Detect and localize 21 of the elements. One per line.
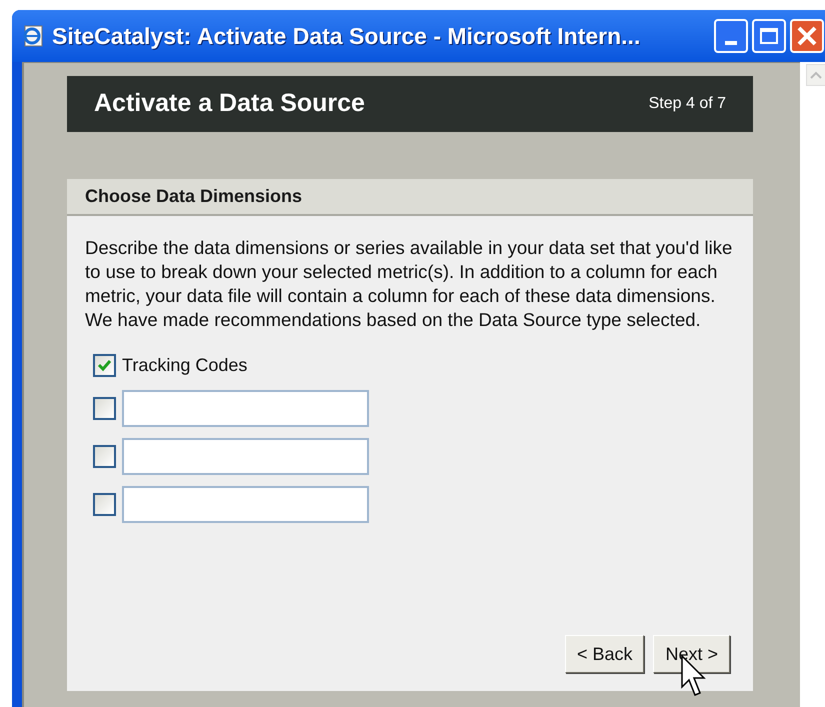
description-text: Describe the data dimensions or series available in your data set that you'd like to use to break down your selected metric(s). In addition to a column for each metric, your data file will contain a column for each of these data dimensions. We have made recommendations based on the Data Source type selected.: [85, 236, 734, 332]
nav-button[interactable]: Next >: [653, 635, 730, 673]
input-field[interactable]: [122, 438, 369, 475]
checkbox[interactable]: [93, 354, 116, 377]
checkbox[interactable]: [93, 397, 116, 420]
check-icon: [97, 359, 112, 372]
input-field[interactable]: [122, 486, 369, 523]
close-button[interactable]: [790, 19, 824, 53]
checkbox[interactable]: [93, 493, 116, 516]
step-indicator: Step 4 of 7: [648, 94, 726, 114]
maximize-button[interactable]: [752, 19, 786, 53]
checkbox[interactable]: [93, 445, 116, 468]
page-heading: Activate a Data Source: [94, 88, 365, 120]
minimize-button[interactable]: [714, 19, 748, 53]
checkbox-label: Tracking Codes: [122, 354, 248, 377]
nav-button[interactable]: < Back: [564, 635, 644, 673]
input-field[interactable]: [122, 390, 369, 427]
close-icon: [796, 25, 818, 47]
chevron-up-icon: [810, 71, 822, 79]
window-title: SiteCatalyst: Activate Data Source - Microsoft Intern...: [52, 22, 640, 51]
panel-title: Choose Data Dimensions: [85, 185, 302, 208]
